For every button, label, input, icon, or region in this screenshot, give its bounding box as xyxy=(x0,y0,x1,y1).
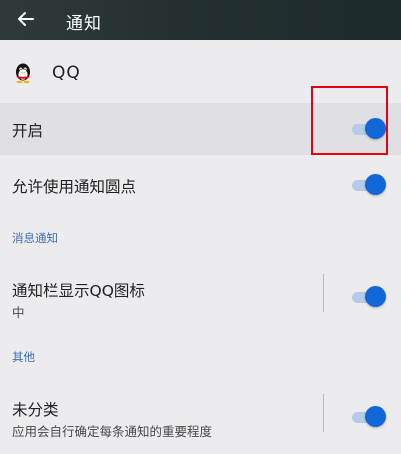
status-bar-icon-row[interactable]: 通知栏显示QQ图标 中 xyxy=(0,262,401,324)
arrow-left-icon xyxy=(18,12,34,26)
section-header-message: 消息通知 xyxy=(12,231,58,245)
app-name: QQ xyxy=(52,63,81,83)
toggle-knob xyxy=(365,174,386,195)
status-bar-icon-toggle[interactable] xyxy=(352,286,386,308)
qq-penguin-icon xyxy=(16,63,30,84)
uncategorized-row[interactable]: 未分类 应用会自行确定每条通知的重要程度 xyxy=(0,382,401,444)
top-app-bar: 通知 xyxy=(0,0,401,40)
status-bar-icon-label: 通知栏显示QQ图标 xyxy=(12,282,145,300)
notification-dots-label: 允许使用通知圆点 xyxy=(12,178,137,196)
uncategorized-toggle[interactable] xyxy=(352,406,386,428)
row-divider xyxy=(323,394,324,432)
status-bar-icon-importance: 中 xyxy=(12,305,25,320)
row-divider xyxy=(323,274,324,312)
uncategorized-label: 未分类 xyxy=(12,401,59,419)
section-header-other: 其他 xyxy=(12,350,35,364)
notification-dots-toggle[interactable] xyxy=(352,174,386,196)
toggle-knob xyxy=(365,406,386,427)
page-title: 通知 xyxy=(66,14,102,34)
annotation-highlight-box xyxy=(311,86,388,155)
toggle-knob xyxy=(365,286,386,307)
enable-notifications-label: 开启 xyxy=(12,122,44,140)
notification-dots-row[interactable]: 允许使用通知圆点 xyxy=(0,160,401,212)
uncategorized-description: 应用会自行确定每条通知的重要程度 xyxy=(12,424,213,439)
back-button[interactable] xyxy=(14,7,38,31)
